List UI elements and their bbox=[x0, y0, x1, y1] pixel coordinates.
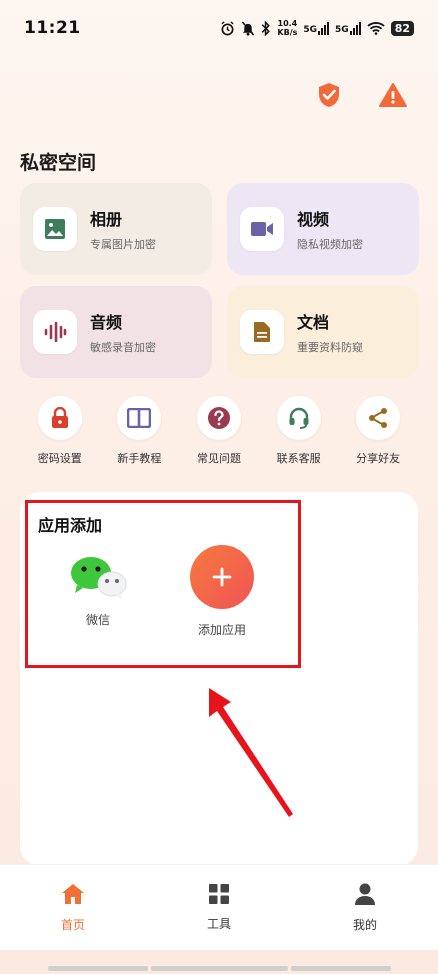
red-arrow-icon bbox=[209, 688, 293, 817]
shield-check-icon[interactable] bbox=[314, 80, 344, 110]
book-icon bbox=[127, 408, 152, 428]
signal-2: 5G bbox=[335, 21, 361, 35]
card-subtitle: 重要资料防窥 bbox=[297, 341, 363, 354]
mute-bell-icon bbox=[242, 20, 255, 36]
card-subtitle: 敏感录音加密 bbox=[90, 341, 156, 354]
card-title: 文档 bbox=[297, 313, 330, 332]
warning-icon[interactable] bbox=[378, 80, 408, 110]
status-icons: 10.4 KB/s 5G 5G 82 bbox=[220, 19, 414, 37]
card-icon-box bbox=[33, 207, 77, 251]
nav-me[interactable]: 我的 bbox=[310, 882, 420, 933]
card-icon-box bbox=[240, 207, 284, 251]
audio-wave-icon bbox=[44, 322, 67, 342]
image-icon bbox=[45, 219, 65, 239]
signal-bars-icon bbox=[349, 21, 361, 35]
section-title: 私密空间 bbox=[20, 152, 97, 174]
card-icon-box bbox=[33, 310, 77, 354]
card-album[interactable]: 相册 专属图片加密 bbox=[20, 183, 212, 275]
grid-icon bbox=[209, 884, 229, 904]
net-speed: 10.4 KB/s bbox=[277, 19, 298, 37]
status-time: 11:21 bbox=[24, 18, 81, 38]
bluetooth-icon bbox=[262, 20, 271, 36]
home-icon bbox=[62, 884, 84, 904]
tool-share[interactable]: 分享好友 bbox=[343, 396, 413, 466]
signal-1: 5G bbox=[303, 21, 330, 35]
card-title: 视频 bbox=[297, 210, 330, 229]
video-camera-icon bbox=[251, 222, 273, 236]
tool-customer-service[interactable]: 联系客服 bbox=[264, 396, 334, 466]
tool-password-settings[interactable]: 密码设置 bbox=[25, 396, 95, 466]
wechat-icon bbox=[71, 557, 127, 599]
wifi-icon bbox=[367, 22, 385, 35]
question-icon bbox=[207, 407, 230, 429]
tool-tutorial[interactable]: 新手教程 bbox=[104, 396, 174, 466]
card-subtitle: 专属图片加密 bbox=[90, 238, 156, 251]
alarm-icon bbox=[221, 20, 234, 35]
document-icon bbox=[254, 322, 270, 342]
status-bar: 11:21 10.4 KB/s 5G 5G 82 bbox=[0, 0, 438, 56]
app-add-title: 应用添加 bbox=[38, 516, 103, 535]
plus-icon bbox=[190, 545, 254, 609]
bottom-nav: 首页 工具 我的 bbox=[0, 864, 438, 950]
gesture-bar bbox=[48, 966, 391, 971]
nav-home[interactable]: 首页 bbox=[18, 882, 128, 933]
card-title: 相册 bbox=[90, 210, 123, 229]
card-document[interactable]: 文档 重要资料防窥 bbox=[227, 286, 419, 378]
signal-bars-icon bbox=[318, 21, 330, 35]
card-subtitle: 隐私视频加密 bbox=[297, 238, 363, 251]
top-actions bbox=[314, 80, 408, 110]
card-title: 音频 bbox=[90, 313, 123, 332]
card-video[interactable]: 视频 隐私视频加密 bbox=[227, 183, 419, 275]
nav-tools[interactable]: 工具 bbox=[164, 883, 274, 932]
card-icon-box bbox=[240, 310, 284, 354]
tool-faq[interactable]: 常见问题 bbox=[184, 396, 254, 466]
lock-icon bbox=[51, 407, 68, 428]
card-audio[interactable]: 音频 敏感录音加密 bbox=[20, 286, 212, 378]
app-label: 微信 bbox=[85, 613, 110, 627]
app-add-button[interactable]: 添加应用 bbox=[180, 545, 264, 638]
share-icon bbox=[369, 408, 388, 428]
tools-row: 密码设置 新手教程 常见问题 联系客服 分享好友 bbox=[0, 396, 438, 466]
app-wechat[interactable]: 微信 bbox=[62, 555, 134, 628]
headset-icon bbox=[289, 407, 309, 429]
user-icon bbox=[355, 883, 375, 905]
app-label: 添加应用 bbox=[197, 623, 246, 637]
battery-indicator: 82 bbox=[390, 20, 414, 36]
